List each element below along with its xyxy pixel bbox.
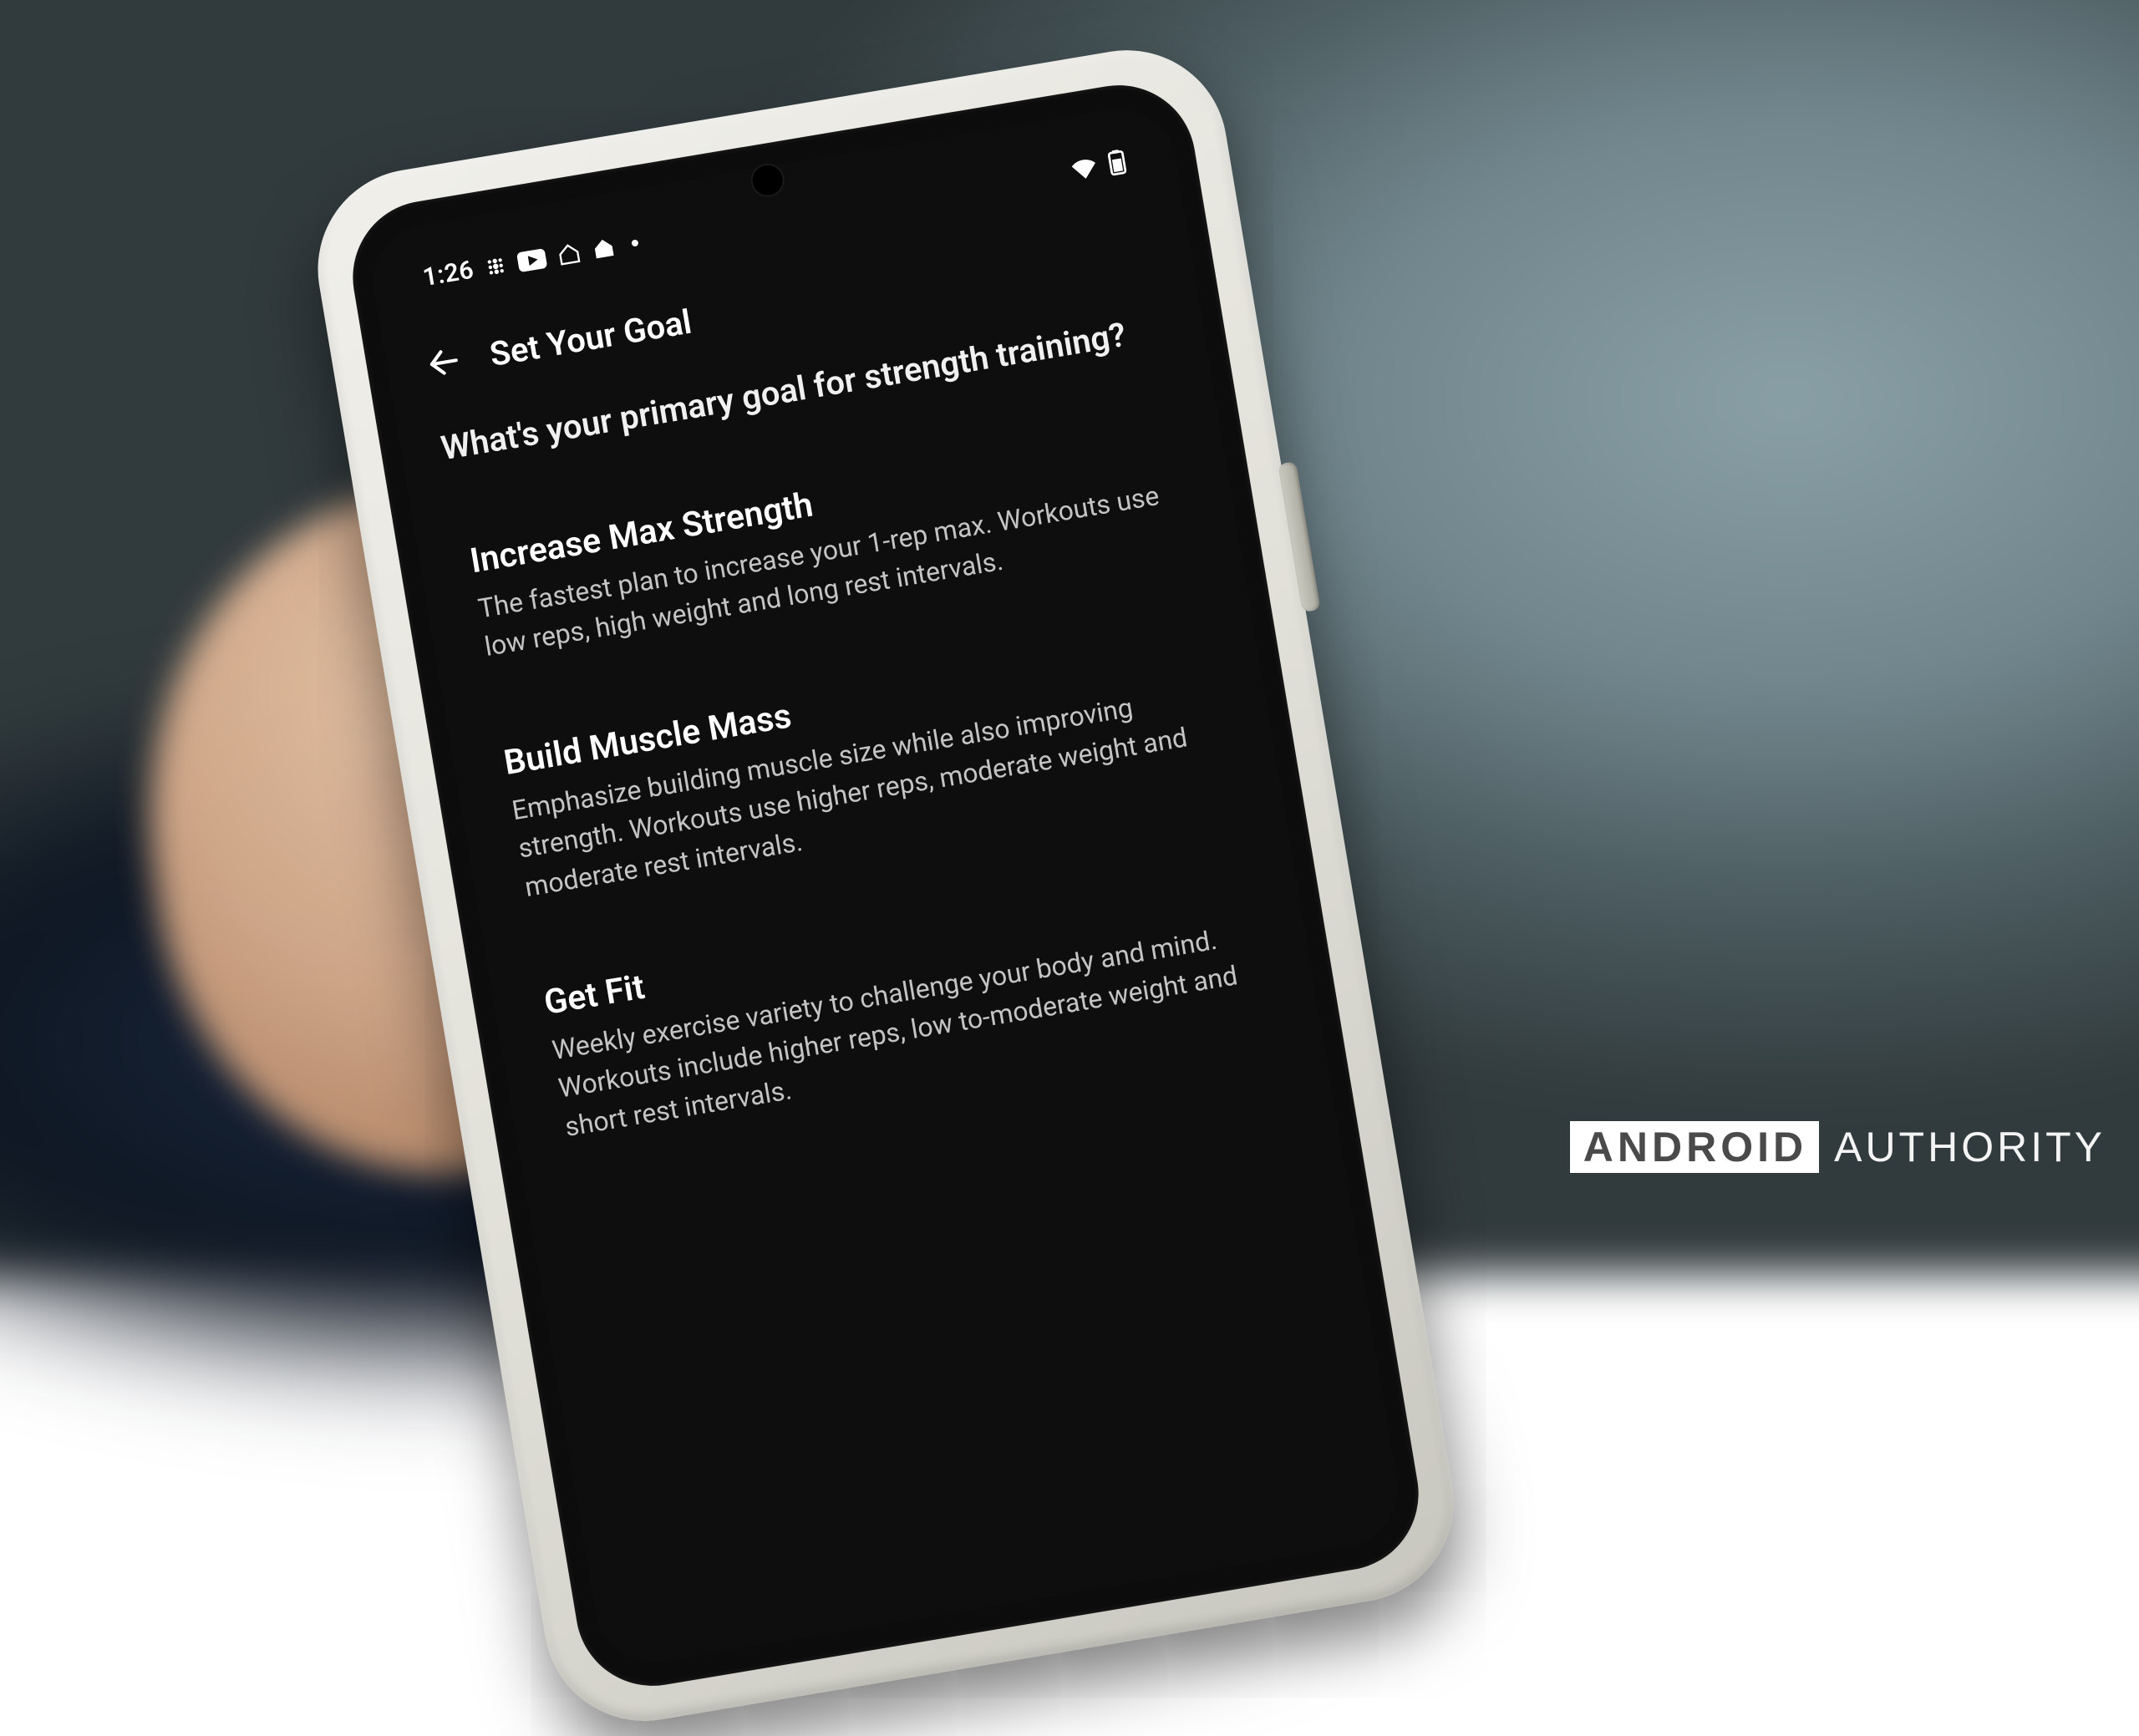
watermark: ANDROID AUTHORITY	[1570, 1121, 2106, 1173]
watermark-brand-box: ANDROID	[1570, 1121, 1819, 1173]
status-time: 1:26	[421, 256, 476, 293]
phone-screen: 1:26	[365, 100, 1407, 1672]
app-bar-title: Set Your Goal	[487, 302, 694, 374]
youtube-icon	[516, 247, 547, 272]
back-button[interactable]	[417, 335, 470, 388]
home-icon	[590, 235, 617, 261]
status-bar-right	[1069, 148, 1127, 181]
home-outline-icon	[556, 241, 582, 267]
fitbit-icon	[483, 253, 508, 278]
status-dot	[631, 239, 638, 246]
battery-icon	[1107, 148, 1128, 175]
arrow-left-icon	[423, 341, 465, 383]
watermark-brand-rest: AUTHORITY	[1834, 1123, 2106, 1171]
goal-option-list: Increase Max Strength The fastest plan t…	[412, 380, 1326, 1190]
wifi-icon	[1069, 155, 1099, 180]
